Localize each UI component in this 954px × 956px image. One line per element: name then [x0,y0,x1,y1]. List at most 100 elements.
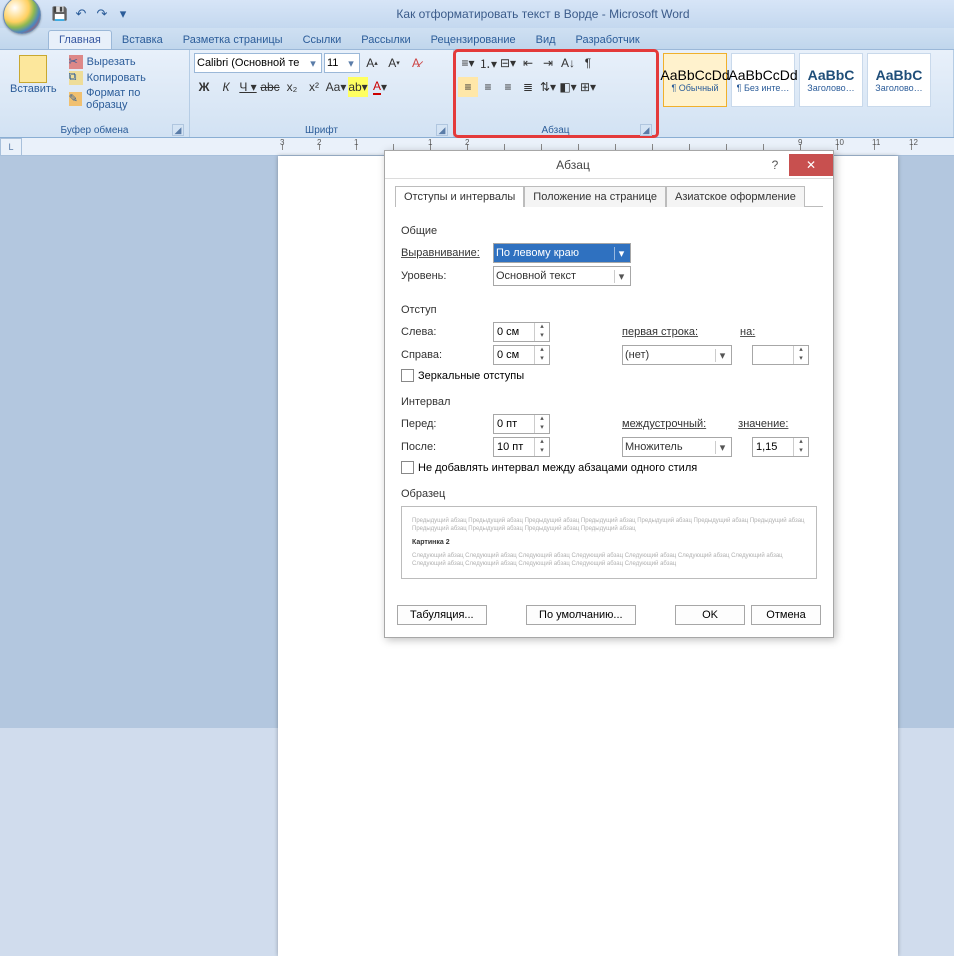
help-button[interactable]: ? [761,154,789,176]
format-painter-button[interactable]: ✎Формат по образцу [69,87,181,111]
font-size-combo[interactable]: 11▾ [324,53,360,73]
dlg-tab-asian[interactable]: Азиатское оформление [666,186,805,207]
section-general: Общие [401,225,817,237]
increase-indent-button[interactable]: ⇥ [538,53,558,73]
after-label: После: [401,441,487,453]
tab-developer[interactable]: Разработчик [566,31,650,49]
grow-font-icon[interactable]: A▴ [362,53,382,73]
undo-icon[interactable]: ↶ [72,5,90,23]
group-paragraph: ≡▾ ⒈▾ ⊟▾ ⇤ ⇥ A↓ ¶ ≡ ≡ ≡ ≣ ⇅▾ ◧▾ ⊞▾ Абзац… [454,50,658,137]
tab-insert[interactable]: Вставка [112,31,173,49]
scissors-icon: ✂ [69,55,83,69]
no-add-space-check[interactable]: Не добавлять интервал между абзацами одн… [401,461,817,474]
subscript-button[interactable]: x₂ [282,77,302,97]
tabs-button[interactable]: Табуляция... [397,605,487,625]
line-spacing-button[interactable]: ⇅▾ [538,77,558,97]
brush-icon: ✎ [69,92,82,106]
preview-box: Предыдущий абзац Предыдущий абзац Предыд… [401,506,817,579]
align-right-button[interactable]: ≡ [498,77,518,97]
tab-references[interactable]: Ссылки [293,31,352,49]
before-label: Перед: [401,418,487,430]
numbering-button[interactable]: ⒈▾ [478,53,498,73]
style-no-spacing[interactable]: AaBbCcDd¶ Без инте… [731,53,795,107]
first-line-label: первая строка: [622,326,698,338]
dialog-title: Абзац [385,158,761,172]
line-spacing-label: междустрочный: [622,418,706,430]
paragraph-launcher[interactable]: ◢ [640,124,652,136]
paste-icon [19,55,47,83]
redo-icon[interactable]: ↷ [93,5,111,23]
tab-review[interactable]: Рецензирование [421,31,526,49]
paste-button[interactable]: Вставить [4,53,63,97]
group-styles: AaBbCcDd¶ Обычный AaBbCcDd¶ Без инте… Аа… [658,50,954,137]
close-button[interactable]: ✕ [789,154,833,176]
clear-format-icon[interactable]: A̷ [406,53,426,73]
superscript-button[interactable]: x² [304,77,324,97]
style-heading1[interactable]: АаBbCЗаголово… [799,53,863,107]
font-color-button[interactable]: A▾ [370,77,390,97]
first-line-select[interactable]: (нет)▾ [622,345,732,365]
at-spin[interactable]: ▴▾ [752,437,809,457]
ribbon: Вставить ✂Вырезать ⧉Копировать ✎Формат п… [0,50,954,138]
copy-button[interactable]: ⧉Копировать [69,71,181,85]
level-select[interactable]: Основной текст▾ [493,266,631,286]
save-icon[interactable]: 💾 [51,5,69,23]
qat-more-icon[interactable]: ▾ [114,5,132,23]
by-spin[interactable]: ▴▾ [752,345,809,365]
section-indent: Отступ [401,304,817,316]
bullets-button[interactable]: ≡▾ [458,53,478,73]
tab-layout[interactable]: Разметка страницы [173,31,293,49]
paragraph-dialog: Абзац ? ✕ Отступы и интервалы Положение … [384,150,834,638]
at-label: значение: [738,418,788,430]
ok-button[interactable]: OK [675,605,745,625]
dlg-tab-indents[interactable]: Отступы и интервалы [395,186,524,207]
titlebar: 💾 ↶ ↷ ▾ Как отформатировать текст в Ворд… [0,0,954,28]
after-spin[interactable]: ▴▾ [493,437,550,457]
left-indent-spin[interactable]: ▴▾ [493,322,550,342]
cancel-button[interactable]: Отмена [751,605,821,625]
cut-button[interactable]: ✂Вырезать [69,55,181,69]
tab-mailings[interactable]: Рассылки [351,31,420,49]
justify-button[interactable]: ≣ [518,77,538,97]
line-spacing-select[interactable]: Множитель▾ [622,437,732,457]
style-normal[interactable]: AaBbCcDd¶ Обычный [663,53,727,107]
tab-selector[interactable]: L [0,138,22,156]
paragraph-label: Абзац [541,125,569,136]
tab-view[interactable]: Вид [526,31,566,49]
align-left-button[interactable]: ≡ [458,77,478,97]
section-spacing: Интервал [401,396,817,408]
left-indent-label: Слева: [401,326,487,338]
italic-button[interactable]: К [216,77,236,97]
underline-button[interactable]: Ч ▾ [238,77,258,97]
dialog-titlebar[interactable]: Абзац ? ✕ [385,151,833,179]
font-name-combo[interactable]: Calibri (Основной те▾ [194,53,322,73]
clipboard-launcher[interactable]: ◢ [172,124,184,136]
section-preview: Образец [401,488,817,500]
window-title: Как отформатировать текст в Ворде - Micr… [132,7,954,21]
multilevel-button[interactable]: ⊟▾ [498,53,518,73]
borders-button[interactable]: ⊞▾ [578,77,598,97]
right-indent-spin[interactable]: ▴▾ [493,345,550,365]
group-font: Calibri (Основной те▾ 11▾ A▴ A▾ A̷ Ж К Ч… [190,50,454,137]
font-launcher[interactable]: ◢ [436,124,448,136]
decrease-indent-button[interactable]: ⇤ [518,53,538,73]
align-center-button[interactable]: ≡ [478,77,498,97]
tab-home[interactable]: Главная [48,30,112,49]
change-case-button[interactable]: Aa▾ [326,77,346,97]
alignment-select[interactable]: По левому краю▾ [493,243,631,263]
before-spin[interactable]: ▴▾ [493,414,550,434]
shrink-font-icon[interactable]: A▾ [384,53,404,73]
show-marks-button[interactable]: ¶ [578,53,598,73]
style-heading2[interactable]: AaBbCЗаголово… [867,53,931,107]
dlg-tab-linebreaks[interactable]: Положение на странице [524,186,666,207]
shading-button[interactable]: ◧▾ [558,77,578,97]
default-button[interactable]: По умолчанию... [526,605,636,625]
paste-label: Вставить [10,83,57,95]
clipboard-label: Буфер обмена [61,125,129,136]
strike-button[interactable]: abc [260,77,280,97]
mirror-indents-check[interactable]: Зеркальные отступы [401,369,817,382]
ribbon-tabs: Главная Вставка Разметка страницы Ссылки… [0,28,954,50]
sort-button[interactable]: A↓ [558,53,578,73]
bold-button[interactable]: Ж [194,77,214,97]
highlight-button[interactable]: ab▾ [348,77,368,97]
